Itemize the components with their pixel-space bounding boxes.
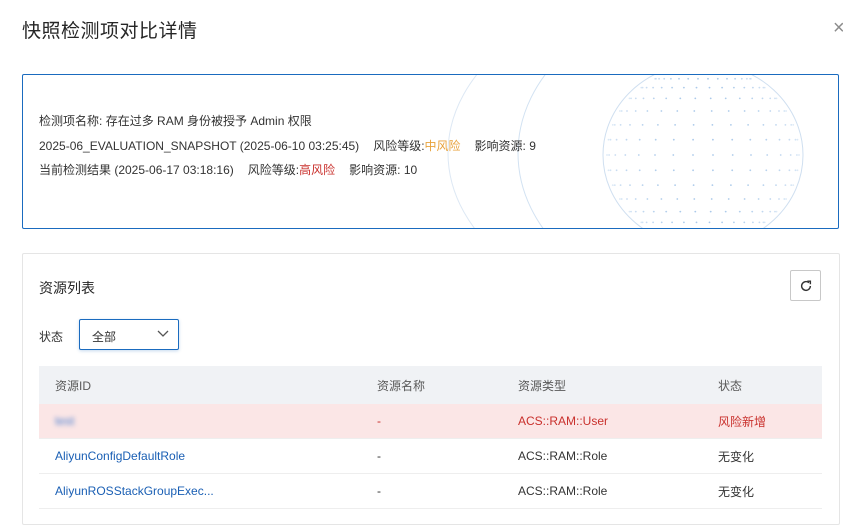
column-header: 资源名称	[377, 378, 426, 393]
current-risk-label: 风险等级:	[247, 163, 300, 177]
resource-name: -	[377, 484, 381, 498]
comparison-summary-card: 检测项名称: 存在过多 RAM 身份被授予 Admin 权限 2025-06_E…	[22, 74, 839, 229]
table-header: 资源ID 资源名称 资源类型 状态	[39, 366, 822, 404]
snapshot-line: 2025-06_EVALUATION_SNAPSHOT (2025-06-10 …	[39, 137, 536, 154]
column-header: 资源ID	[55, 378, 92, 393]
check-item-label: 检测项名称:	[39, 114, 103, 128]
status-badge: 风险新增	[718, 414, 767, 429]
check-item-line: 检测项名称: 存在过多 RAM 身份被授予 Admin 权限	[39, 112, 312, 129]
snapshot-affected-value: 9	[529, 139, 536, 153]
column-header: 状态	[718, 378, 743, 393]
status-badge: 无变化	[718, 484, 755, 499]
column-header: 资源类型	[518, 378, 567, 393]
snapshot-name: 2025-06_EVALUATION_SNAPSHOT (2025-06-10 …	[39, 139, 360, 153]
resource-list-card: 资源列表 状态 全部 资源ID 资源名称 资源类型 状态 test - ACS:…	[22, 253, 840, 525]
current-affected-label: 影响资源:	[349, 163, 401, 177]
table-row: AliyunROSStackGroupExec... - ACS::RAM::R…	[39, 474, 822, 509]
resource-type: ACS::RAM::User	[518, 414, 609, 428]
check-item-name: 存在过多 RAM 身份被授予 Admin 权限	[105, 114, 312, 128]
snapshot-risk-value: 中风险	[424, 139, 461, 153]
refresh-icon	[800, 279, 811, 291]
resource-list-title: 资源列表	[39, 280, 95, 296]
table-row: test - ACS::RAM::User 风险新增	[39, 404, 822, 439]
resource-type: ACS::RAM::Role	[518, 449, 608, 463]
resource-id-link[interactable]: test	[55, 404, 74, 438]
resource-table: 资源ID 资源名称 资源类型 状态 test - ACS::RAM::User …	[39, 366, 822, 509]
current-risk-value: 高风险	[299, 163, 336, 177]
status-badge: 无变化	[718, 449, 755, 464]
resource-type: ACS::RAM::Role	[518, 484, 608, 498]
snapshot-affected-label: 影响资源:	[474, 139, 526, 153]
resource-name: -	[377, 414, 381, 428]
chevron-down-icon	[157, 330, 169, 337]
table-row: AliyunConfigDefaultRole - ACS::RAM::Role…	[39, 439, 822, 474]
resource-id-link[interactable]: AliyunConfigDefaultRole	[55, 439, 185, 473]
snapshot-risk-label: 风险等级:	[373, 139, 425, 153]
current-result-line: 当前检测结果 (2025-06-17 03:18:16) 风险等级:高风险 影响资源…	[39, 161, 417, 178]
status-filter-label: 状态	[39, 330, 64, 344]
resource-id-link[interactable]: AliyunROSStackGroupExec...	[55, 474, 214, 508]
page-title: 快照检测项对比详情	[22, 21, 198, 42]
status-filter-select[interactable]: 全部	[79, 319, 179, 350]
current-result-name: 当前检测结果 (2025-06-17 03:18:16)	[39, 163, 234, 177]
close-icon[interactable]: ×	[833, 16, 843, 40]
resource-name: -	[377, 449, 381, 463]
refresh-button[interactable]	[790, 270, 821, 301]
status-filter-value: 全部	[92, 330, 117, 344]
current-affected-value: 10	[403, 163, 418, 177]
